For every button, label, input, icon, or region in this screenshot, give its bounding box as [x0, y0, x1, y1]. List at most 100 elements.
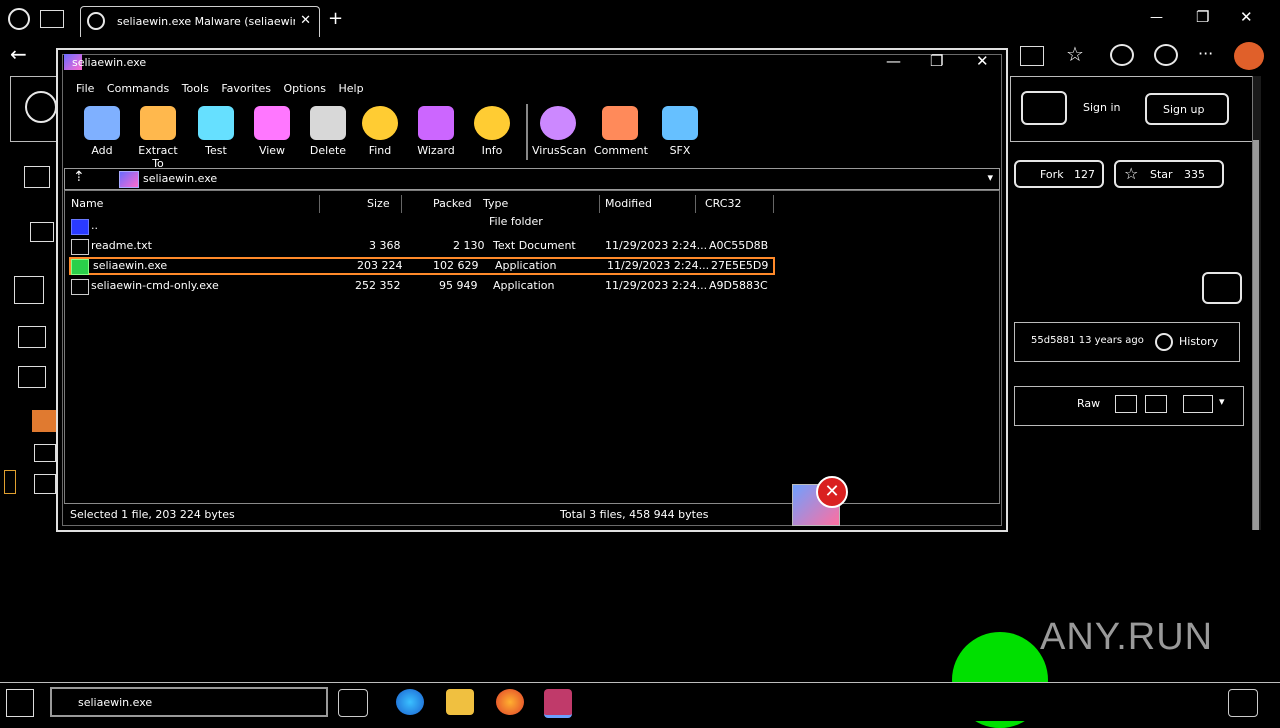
tab-close-icon[interactable]: ✕: [300, 13, 311, 28]
list-item[interactable]: seliaewin-cmd-only.exe 252 352 95 949 Ap…: [69, 277, 775, 295]
cell-modified: 11/29/2023 2:24...: [605, 239, 708, 252]
toolbar-view-button[interactable]: View: [246, 104, 298, 162]
star-button[interactable]: ☆ Star 335: [1114, 160, 1224, 188]
sign-up-button[interactable]: Sign up: [1145, 93, 1229, 125]
chevron-down-icon[interactable]: ▾: [987, 171, 993, 184]
list-item[interactable]: .. File folder: [69, 215, 775, 235]
search-icon[interactable]: [1021, 91, 1067, 125]
collections-icon[interactable]: [1154, 44, 1178, 66]
browser-tab[interactable]: seliaewin.exe Malware (seliaewin ✕: [80, 6, 320, 37]
column-divider: [599, 195, 600, 213]
winrar-statusbar: Selected 1 file, 203 224 bytes Total 3 f…: [64, 503, 1000, 524]
column-header-crc32[interactable]: CRC32: [705, 197, 741, 210]
column-divider: [319, 195, 320, 213]
toolbar-sfx-button[interactable]: SFX: [654, 104, 706, 162]
column-header-packed[interactable]: Packed: [433, 197, 472, 210]
cell-name: ..: [91, 219, 98, 232]
toolbar-label: VirusScan: [532, 144, 587, 157]
download-icon[interactable]: [1145, 395, 1167, 413]
toolbar-delete-button[interactable]: Delete: [302, 104, 354, 162]
toolbar-extract-button[interactable]: Extract To: [132, 104, 184, 170]
toolbar-comment-button[interactable]: Comment: [594, 104, 648, 162]
fork-button[interactable]: Fork 127: [1014, 160, 1104, 188]
list-item-selected[interactable]: seliaewin.exe 203 224 102 629 Applicatio…: [69, 257, 775, 275]
window-restore-icon[interactable]: ❐: [1196, 8, 1209, 26]
winrar-pathbar[interactable]: ⇡ seliaewin.exe ▾: [64, 168, 1000, 190]
panel-toggle-icon[interactable]: [4, 470, 16, 494]
file-actions-bar: Raw ▾: [1014, 386, 1244, 426]
toolbar-label: Extract To: [138, 144, 178, 170]
commit-info: 55d5881 13 years ago: [1031, 335, 1144, 346]
tag-icon[interactable]: [18, 366, 46, 388]
toolbar-find-button[interactable]: Find: [354, 104, 406, 162]
favorite-star-icon[interactable]: ☆: [1066, 42, 1084, 66]
menu-help[interactable]: Help: [338, 82, 363, 95]
raw-button[interactable]: Raw: [1077, 397, 1100, 410]
winrar-taskbar-icon[interactable]: [544, 689, 572, 718]
toolbar-test-button[interactable]: Test: [190, 104, 242, 162]
fork-label: Fork: [1040, 168, 1064, 181]
list-item[interactable]: readme.txt 3 368 2 130 Text Document 11/…: [69, 237, 775, 255]
cell-modified: 11/29/2023 2:24...: [607, 259, 710, 272]
new-tab-icon[interactable]: +: [328, 8, 343, 29]
copy-icon[interactable]: [1115, 395, 1137, 413]
profile-avatar-icon[interactable]: [1234, 42, 1264, 70]
column-header-modified[interactable]: Modified: [605, 197, 652, 210]
start-icon[interactable]: [6, 689, 34, 717]
winrar-restore-icon[interactable]: ❐: [930, 52, 943, 70]
favorites-icon[interactable]: [1110, 44, 1134, 66]
cell-type: Application: [493, 279, 555, 292]
add-icon: [84, 106, 120, 140]
task-view-icon[interactable]: [338, 689, 368, 717]
window-close-icon[interactable]: ✕: [1240, 8, 1253, 26]
file-icon: [34, 474, 56, 494]
window-minimize-icon[interactable]: —: [1150, 10, 1163, 25]
tab-actions-icon[interactable]: [40, 10, 64, 28]
more-options-icon[interactable]: [1202, 272, 1242, 304]
edge-browser-icon[interactable]: [396, 689, 424, 715]
menu-file[interactable]: File: [76, 82, 94, 95]
back-arrow-icon[interactable]: ←: [10, 42, 27, 66]
column-header-size[interactable]: Size: [367, 197, 390, 210]
menu-options[interactable]: Options: [284, 82, 326, 95]
folder-up-icon: [71, 219, 89, 235]
edit-pencil-icon[interactable]: [1183, 395, 1213, 413]
column-divider: [401, 195, 402, 213]
firefox-icon[interactable]: [496, 689, 524, 715]
winrar-window: seliaewin.exe — ❐ ✕ File Commands Tools …: [56, 48, 1008, 532]
chevron-down-icon[interactable]: ▾: [1219, 395, 1225, 408]
file-explorer-icon[interactable]: [446, 689, 474, 715]
toolbar-info-button[interactable]: Info: [466, 104, 518, 162]
more-menu-icon[interactable]: ···: [1198, 44, 1213, 63]
split-screen-icon[interactable]: [1020, 46, 1044, 66]
menu-favorites[interactable]: Favorites: [221, 82, 271, 95]
sign-in-link[interactable]: Sign in: [1083, 101, 1121, 114]
column-header-type[interactable]: Type: [483, 197, 508, 210]
file-tree-icon[interactable]: [14, 276, 44, 304]
toolbar-virusscan-button[interactable]: VirusScan: [532, 104, 587, 162]
text-file-icon: [71, 239, 89, 255]
find-icon: [362, 106, 398, 140]
anyrun-watermark: ANY.RUN: [1040, 616, 1214, 658]
star-label: Star: [1150, 168, 1173, 181]
branch-icon[interactable]: [18, 326, 46, 348]
toolbar-add-button[interactable]: Add: [76, 104, 128, 162]
taskbar-winrar-item[interactable]: seliaewin.exe: [50, 687, 328, 717]
browser-menu-icon[interactable]: [8, 8, 30, 30]
winrar-close-icon[interactable]: ✕: [976, 52, 989, 70]
toolbar-label: Find: [368, 144, 392, 157]
column-header-name[interactable]: Name: [71, 197, 103, 210]
up-folder-icon[interactable]: ⇡: [73, 169, 85, 185]
menu-commands[interactable]: Commands: [107, 82, 169, 95]
toolbar-wizard-button[interactable]: Wizard: [410, 104, 462, 162]
column-divider: [773, 195, 774, 213]
winrar-file-list: Name Size Packed Type Modified CRC32 .. …: [64, 190, 1000, 504]
menu-tools[interactable]: Tools: [182, 82, 209, 95]
page-scrollbar-thumb[interactable]: [1253, 140, 1259, 530]
cell-size: 252 352: [355, 279, 401, 292]
winrar-minimize-icon[interactable]: —: [886, 52, 901, 70]
toolbar-separator: [526, 104, 528, 160]
site-header-right: Sign in Sign up: [1010, 76, 1258, 142]
notification-icon[interactable]: [1228, 689, 1258, 717]
history-link[interactable]: History: [1179, 335, 1218, 348]
